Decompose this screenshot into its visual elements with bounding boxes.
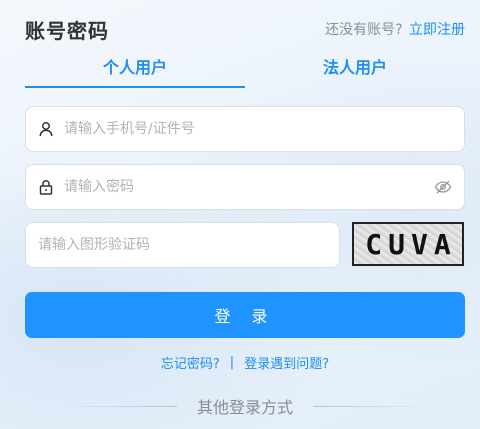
register-prompt: 还没有账号? 立即注册 (325, 19, 465, 39)
page-title: 账号密码 (25, 18, 109, 43)
captcha-input[interactable] (26, 223, 339, 267)
login-header: 账号密码 还没有账号? 立即注册 (25, 14, 465, 44)
lock-icon (38, 179, 54, 195)
password-field (25, 164, 465, 210)
other-login-label: 其他登录方式 (196, 398, 293, 417)
tab-personal-user[interactable]: 个人用户 (25, 52, 245, 90)
phone-input[interactable] (54, 107, 464, 151)
captcha-field (25, 222, 340, 268)
user-icon (38, 121, 54, 137)
password-input[interactable] (54, 165, 434, 209)
tab-corporate-user[interactable]: 法人用户 (245, 52, 465, 90)
help-separator: | (229, 354, 235, 370)
no-account-text: 还没有账号? (325, 22, 403, 38)
forgot-password-link[interactable]: 忘记密码? (161, 353, 220, 372)
phone-field (25, 106, 465, 152)
register-link[interactable]: 立即注册 (409, 22, 465, 38)
divider-line-right (313, 405, 433, 407)
captcha-image-text: CUVA (365, 227, 457, 261)
divider-line-left (56, 405, 177, 407)
captcha-image[interactable]: CUVA (352, 222, 464, 266)
other-login-divider: 其他登录方式 (25, 394, 465, 418)
user-type-tabs: 个人用户 法人用户 (25, 52, 465, 90)
eye-off-icon[interactable] (434, 178, 452, 196)
login-button[interactable]: 登 录 (25, 292, 465, 338)
help-links: 忘记密码? | 登录遇到问题? (25, 352, 465, 372)
login-problem-link[interactable]: 登录遇到问题? (244, 353, 329, 372)
